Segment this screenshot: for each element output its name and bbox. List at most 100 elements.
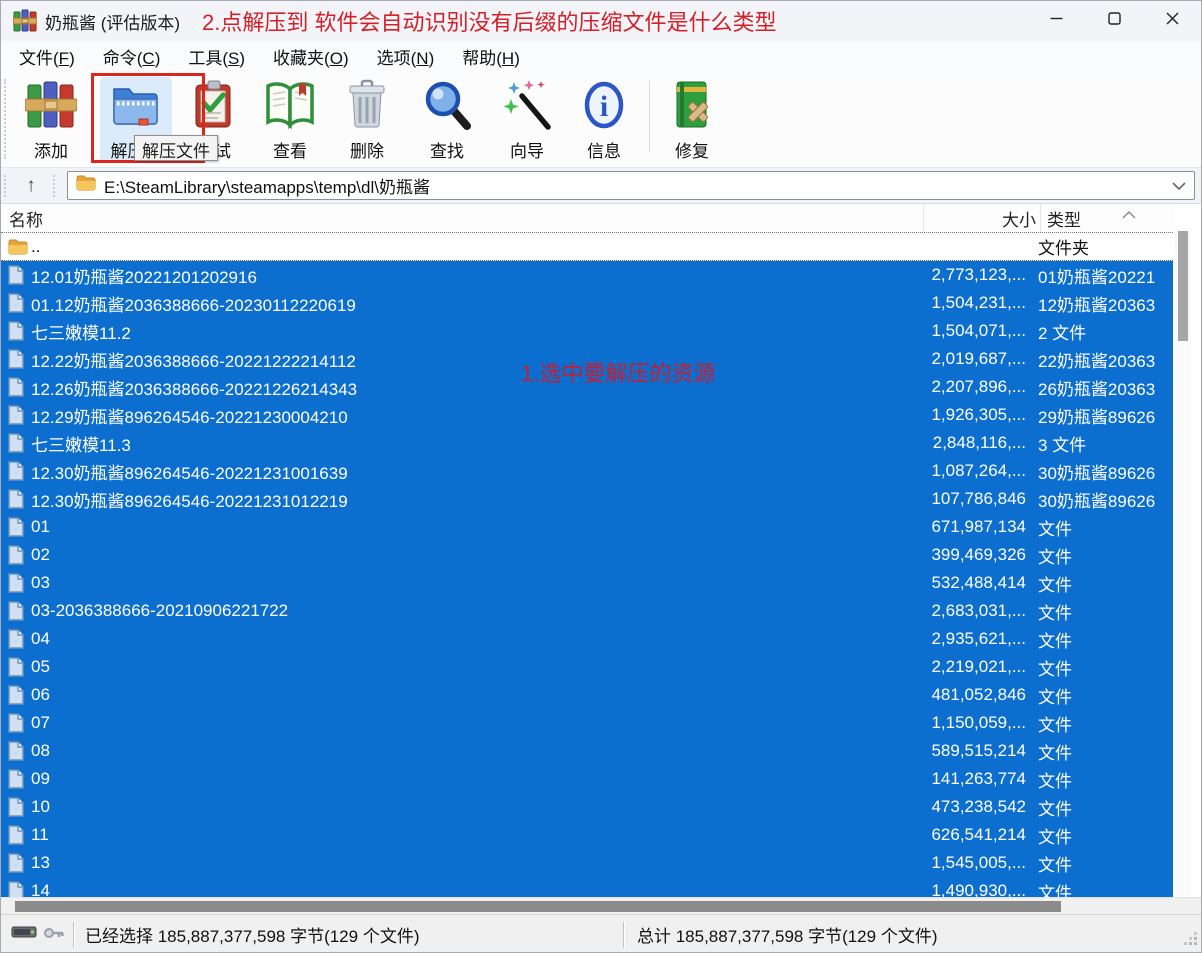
- up-button[interactable]: ↑: [12, 172, 50, 200]
- toolbar-info-label: 信息: [587, 137, 621, 162]
- table-row[interactable]: 071,150,059,...文件: [1, 709, 1173, 737]
- toolbar-view-button[interactable]: 查看: [254, 77, 326, 162]
- file-name: 七三嫩模11.3: [31, 431, 916, 456]
- file-size: 1,504,071,...: [916, 321, 1030, 341]
- archiver-window: 奶瓶酱 (评估版本) 2.点解压到 软件会自动识别没有后缀的压缩文件是什么类型 …: [0, 0, 1202, 953]
- h-scrollbar-thumb[interactable]: [15, 901, 1061, 912]
- table-row[interactable]: 042,935,621,...文件: [1, 625, 1173, 653]
- file-type: 文件: [1030, 739, 1173, 764]
- key-icon[interactable]: [43, 925, 65, 945]
- toolbar-wizard-button[interactable]: 向导: [491, 77, 563, 162]
- file-icon: [1, 741, 31, 761]
- file-name: ..: [31, 237, 916, 257]
- table-row[interactable]: 01.12奶瓶酱2036388666-202301122206191,504,2…: [1, 289, 1173, 317]
- toolbar-info-button[interactable]: i 信息: [568, 77, 640, 162]
- extract-folder-icon: [109, 77, 163, 133]
- file-size: 107,786,846: [916, 489, 1030, 509]
- drive-icon[interactable]: [11, 924, 37, 945]
- addressbar-gripper: [4, 175, 8, 197]
- file-type: 30奶瓶酱89626: [1030, 487, 1173, 512]
- table-row[interactable]: 12.30奶瓶酱896264546-20221231012219107,786,…: [1, 485, 1173, 513]
- table-row[interactable]: 12.29奶瓶酱896264546-202212300042101,926,30…: [1, 401, 1173, 429]
- menu-item-S[interactable]: 工具(S): [174, 42, 259, 71]
- file-icon: [1, 629, 31, 649]
- toolbar-repair-button[interactable]: 修复: [656, 77, 728, 162]
- table-row[interactable]: 052,219,021,...文件: [1, 653, 1173, 681]
- toolbar-wizard-label: 向导: [510, 137, 544, 162]
- table-row[interactable]: 12.01奶瓶酱202212012029162,773,123,...01奶瓶酱…: [1, 261, 1173, 289]
- table-row[interactable]: 01671,987,134文件: [1, 513, 1173, 541]
- magnifier-icon: [420, 77, 474, 133]
- v-scrollbar[interactable]: [1175, 229, 1191, 895]
- file-name: 13: [31, 853, 916, 873]
- info-icon: i: [577, 77, 631, 133]
- file-size: 589,515,214: [916, 741, 1030, 761]
- file-type: 3 文件: [1030, 431, 1173, 456]
- file-icon: [1, 265, 31, 285]
- file-name: 04: [31, 629, 916, 649]
- file-name: 10: [31, 797, 916, 817]
- file-type: 文件: [1030, 515, 1173, 540]
- menu-item-N[interactable]: 选项(N): [363, 42, 449, 71]
- table-row[interactable]: 06481,052,846文件: [1, 681, 1173, 709]
- file-icon: [1, 825, 31, 845]
- column-size[interactable]: 大小: [923, 204, 1040, 232]
- table-row[interactable]: 10473,238,542文件: [1, 793, 1173, 821]
- toolbar-add-button[interactable]: 添加: [15, 77, 87, 162]
- table-row[interactable]: 131,545,005,...文件: [1, 849, 1173, 877]
- annotation-step1: 1.选中要解压的资源: [521, 356, 715, 388]
- table-row[interactable]: 141,490,930,...文件: [1, 877, 1173, 897]
- table-row[interactable]: 12.30奶瓶酱896264546-202212310016391,087,26…: [1, 457, 1173, 485]
- resize-grip[interactable]: [1184, 931, 1198, 951]
- folder-icon: [76, 175, 96, 196]
- file-name: 12.22奶瓶酱2036388666-20221222214112: [31, 347, 916, 372]
- trash-icon: [340, 77, 394, 133]
- toolbar-delete-button[interactable]: 删除: [331, 77, 403, 162]
- add-books-icon: [24, 77, 78, 133]
- file-name: 01: [31, 517, 916, 537]
- file-type: 26奶瓶酱20363: [1030, 375, 1173, 400]
- file-name: 03: [31, 573, 916, 593]
- file-size: 1,545,005,...: [916, 853, 1030, 873]
- file-size: 671,987,134: [916, 517, 1030, 537]
- menu-item-F[interactable]: 文件(F): [5, 42, 89, 71]
- table-row[interactable]: 七三嫩模11.32,848,116,...3 文件: [1, 429, 1173, 457]
- table-row[interactable]: 08589,515,214文件: [1, 737, 1173, 765]
- file-size: 2,848,116,...: [916, 433, 1030, 453]
- table-row[interactable]: 09141,263,774文件: [1, 765, 1173, 793]
- file-icon: [1, 853, 31, 873]
- file-size: 2,935,621,...: [916, 629, 1030, 649]
- close-button[interactable]: [1143, 1, 1201, 41]
- file-icon: [1, 657, 31, 677]
- column-type[interactable]: 类型: [1040, 204, 1173, 232]
- h-scrollbar[interactable]: [1, 897, 1201, 914]
- menubar: 文件(F)命令(C)工具(S)收藏夹(O)选项(N)帮助(H): [1, 41, 1201, 71]
- chevron-down-icon[interactable]: [1172, 181, 1186, 190]
- minimize-button[interactable]: [1027, 1, 1085, 41]
- file-size: 473,238,542: [916, 797, 1030, 817]
- menu-item-C[interactable]: 命令(C): [89, 42, 175, 71]
- file-type: 文件: [1030, 599, 1173, 624]
- extract-tooltip: 解压文件: [134, 135, 218, 161]
- file-size: 2,219,021,...: [916, 657, 1030, 677]
- menu-item-O[interactable]: 收藏夹(O): [259, 42, 363, 71]
- menu-item-H[interactable]: 帮助(H): [448, 42, 534, 71]
- file-icon: [1, 769, 31, 789]
- maximize-button[interactable]: [1085, 1, 1143, 41]
- table-row[interactable]: ..文件夹: [1, 233, 1173, 261]
- file-type: 01奶瓶酱20221: [1030, 263, 1173, 288]
- address-combo[interactable]: E:\SteamLibrary\steamapps\temp\dl\奶瓶酱: [67, 171, 1195, 200]
- file-size: 2,207,896,...: [916, 377, 1030, 397]
- table-row[interactable]: 11626,541,214文件: [1, 821, 1173, 849]
- file-type: 文件: [1030, 711, 1173, 736]
- table-row[interactable]: 02399,469,326文件: [1, 541, 1173, 569]
- v-scrollbar-thumb[interactable]: [1178, 231, 1188, 341]
- file-name: 05: [31, 657, 916, 677]
- table-row[interactable]: 03-2036388666-202109062217222,683,031,..…: [1, 597, 1173, 625]
- toolbar-find-button[interactable]: 查找: [411, 77, 483, 162]
- table-row[interactable]: 七三嫩模11.21,504,071,...2 文件: [1, 317, 1173, 345]
- file-icon: [1, 321, 31, 341]
- file-size: 1,504,231,...: [916, 293, 1030, 313]
- column-name[interactable]: 名称: [1, 206, 923, 231]
- table-row[interactable]: 03532,488,414文件: [1, 569, 1173, 597]
